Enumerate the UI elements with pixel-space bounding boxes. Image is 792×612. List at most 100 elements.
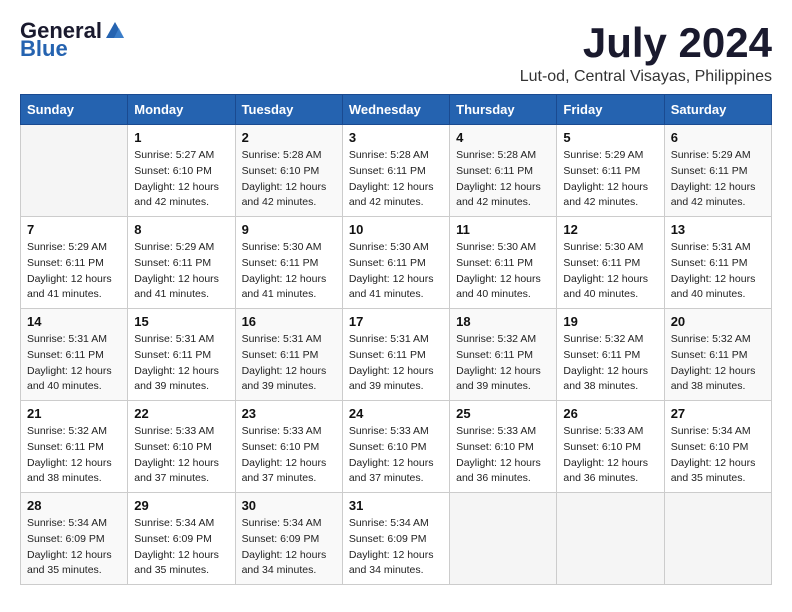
cell-sunset: Sunset: 6:11 PM: [563, 256, 657, 272]
cell-day-number: 24: [349, 406, 443, 421]
cell-sunrise: Sunrise: 5:33 AM: [134, 424, 228, 440]
cell-info: Sunrise: 5:28 AM Sunset: 6:11 PM Dayligh…: [456, 148, 550, 211]
cell-sunset: Sunset: 6:11 PM: [563, 164, 657, 180]
cell-info: Sunrise: 5:33 AM Sunset: 6:10 PM Dayligh…: [456, 424, 550, 487]
header-tuesday: Tuesday: [235, 95, 342, 125]
cell-daylight: Daylight: 12 hours and 38 minutes.: [671, 364, 765, 396]
table-cell: 4 Sunrise: 5:28 AM Sunset: 6:11 PM Dayli…: [450, 125, 557, 217]
cell-sunrise: Sunrise: 5:27 AM: [134, 148, 228, 164]
table-cell: 19 Sunrise: 5:32 AM Sunset: 6:11 PM Dayl…: [557, 309, 664, 401]
cell-sunset: Sunset: 6:10 PM: [242, 440, 336, 456]
table-cell: 25 Sunrise: 5:33 AM Sunset: 6:10 PM Dayl…: [450, 401, 557, 493]
cell-daylight: Daylight: 12 hours and 36 minutes.: [563, 456, 657, 488]
cell-sunrise: Sunrise: 5:29 AM: [27, 240, 121, 256]
cell-sunrise: Sunrise: 5:30 AM: [456, 240, 550, 256]
table-cell: 29 Sunrise: 5:34 AM Sunset: 6:09 PM Dayl…: [128, 493, 235, 585]
week-row-1: 1 Sunrise: 5:27 AM Sunset: 6:10 PM Dayli…: [21, 125, 772, 217]
cell-info: Sunrise: 5:28 AM Sunset: 6:11 PM Dayligh…: [349, 148, 443, 211]
table-cell: 24 Sunrise: 5:33 AM Sunset: 6:10 PM Dayl…: [342, 401, 449, 493]
cell-day-number: 26: [563, 406, 657, 421]
cell-sunrise: Sunrise: 5:34 AM: [134, 516, 228, 532]
cell-sunrise: Sunrise: 5:31 AM: [27, 332, 121, 348]
cell-day-number: 21: [27, 406, 121, 421]
cell-sunset: Sunset: 6:11 PM: [27, 440, 121, 456]
cell-sunrise: Sunrise: 5:34 AM: [242, 516, 336, 532]
table-cell: [557, 493, 664, 585]
table-cell: 7 Sunrise: 5:29 AM Sunset: 6:11 PM Dayli…: [21, 217, 128, 309]
cell-info: Sunrise: 5:33 AM Sunset: 6:10 PM Dayligh…: [563, 424, 657, 487]
cell-sunrise: Sunrise: 5:32 AM: [671, 332, 765, 348]
cell-sunset: Sunset: 6:11 PM: [671, 348, 765, 364]
cell-day-number: 6: [671, 130, 765, 145]
cell-day-number: 17: [349, 314, 443, 329]
cell-info: Sunrise: 5:31 AM Sunset: 6:11 PM Dayligh…: [242, 332, 336, 395]
cell-sunset: Sunset: 6:11 PM: [563, 348, 657, 364]
cell-info: Sunrise: 5:31 AM Sunset: 6:11 PM Dayligh…: [349, 332, 443, 395]
cell-sunrise: Sunrise: 5:29 AM: [671, 148, 765, 164]
cell-info: Sunrise: 5:30 AM Sunset: 6:11 PM Dayligh…: [349, 240, 443, 303]
cell-day-number: 20: [671, 314, 765, 329]
cell-daylight: Daylight: 12 hours and 40 minutes.: [456, 272, 550, 304]
cell-info: Sunrise: 5:34 AM Sunset: 6:09 PM Dayligh…: [242, 516, 336, 579]
cell-sunrise: Sunrise: 5:33 AM: [456, 424, 550, 440]
table-cell: 18 Sunrise: 5:32 AM Sunset: 6:11 PM Dayl…: [450, 309, 557, 401]
table-cell: 11 Sunrise: 5:30 AM Sunset: 6:11 PM Dayl…: [450, 217, 557, 309]
cell-daylight: Daylight: 12 hours and 39 minutes.: [349, 364, 443, 396]
cell-sunset: Sunset: 6:11 PM: [349, 348, 443, 364]
cell-daylight: Daylight: 12 hours and 41 minutes.: [27, 272, 121, 304]
cell-info: Sunrise: 5:31 AM Sunset: 6:11 PM Dayligh…: [134, 332, 228, 395]
cell-sunset: Sunset: 6:11 PM: [27, 348, 121, 364]
cell-sunset: Sunset: 6:11 PM: [242, 256, 336, 272]
cell-sunset: Sunset: 6:11 PM: [671, 164, 765, 180]
cell-sunrise: Sunrise: 5:32 AM: [456, 332, 550, 348]
month-title: July 2024: [520, 20, 772, 66]
cell-daylight: Daylight: 12 hours and 42 minutes.: [456, 180, 550, 212]
cell-day-number: 30: [242, 498, 336, 513]
cell-day-number: 16: [242, 314, 336, 329]
cell-sunrise: Sunrise: 5:31 AM: [134, 332, 228, 348]
cell-sunrise: Sunrise: 5:31 AM: [671, 240, 765, 256]
cell-sunrise: Sunrise: 5:30 AM: [563, 240, 657, 256]
cell-day-number: 10: [349, 222, 443, 237]
cell-daylight: Daylight: 12 hours and 42 minutes.: [563, 180, 657, 212]
cell-sunrise: Sunrise: 5:33 AM: [242, 424, 336, 440]
cell-sunset: Sunset: 6:10 PM: [349, 440, 443, 456]
cell-day-number: 31: [349, 498, 443, 513]
cell-day-number: 13: [671, 222, 765, 237]
cell-sunset: Sunset: 6:11 PM: [456, 348, 550, 364]
cell-sunset: Sunset: 6:09 PM: [27, 532, 121, 548]
logo: General Blue: [20, 20, 128, 60]
cell-daylight: Daylight: 12 hours and 39 minutes.: [242, 364, 336, 396]
cell-day-number: 8: [134, 222, 228, 237]
cell-day-number: 2: [242, 130, 336, 145]
cell-daylight: Daylight: 12 hours and 42 minutes.: [134, 180, 228, 212]
cell-sunset: Sunset: 6:11 PM: [456, 256, 550, 272]
cell-info: Sunrise: 5:32 AM Sunset: 6:11 PM Dayligh…: [563, 332, 657, 395]
table-cell: 14 Sunrise: 5:31 AM Sunset: 6:11 PM Dayl…: [21, 309, 128, 401]
cell-day-number: 4: [456, 130, 550, 145]
cell-info: Sunrise: 5:29 AM Sunset: 6:11 PM Dayligh…: [671, 148, 765, 211]
cell-sunset: Sunset: 6:11 PM: [349, 256, 443, 272]
cell-day-number: 22: [134, 406, 228, 421]
cell-daylight: Daylight: 12 hours and 39 minutes.: [134, 364, 228, 396]
table-cell: 3 Sunrise: 5:28 AM Sunset: 6:11 PM Dayli…: [342, 125, 449, 217]
cell-daylight: Daylight: 12 hours and 41 minutes.: [134, 272, 228, 304]
cell-info: Sunrise: 5:33 AM Sunset: 6:10 PM Dayligh…: [134, 424, 228, 487]
header-friday: Friday: [557, 95, 664, 125]
title-block: July 2024 Lut-od, Central Visayas, Phili…: [520, 20, 772, 86]
cell-sunrise: Sunrise: 5:30 AM: [349, 240, 443, 256]
cell-info: Sunrise: 5:30 AM Sunset: 6:11 PM Dayligh…: [242, 240, 336, 303]
cell-daylight: Daylight: 12 hours and 41 minutes.: [242, 272, 336, 304]
table-cell: 1 Sunrise: 5:27 AM Sunset: 6:10 PM Dayli…: [128, 125, 235, 217]
logo-blue: Blue: [20, 38, 128, 60]
table-cell: 17 Sunrise: 5:31 AM Sunset: 6:11 PM Dayl…: [342, 309, 449, 401]
cell-daylight: Daylight: 12 hours and 35 minutes.: [134, 548, 228, 580]
cell-info: Sunrise: 5:29 AM Sunset: 6:11 PM Dayligh…: [134, 240, 228, 303]
header-saturday: Saturday: [664, 95, 771, 125]
header-thursday: Thursday: [450, 95, 557, 125]
cell-daylight: Daylight: 12 hours and 40 minutes.: [671, 272, 765, 304]
cell-info: Sunrise: 5:32 AM Sunset: 6:11 PM Dayligh…: [456, 332, 550, 395]
cell-daylight: Daylight: 12 hours and 42 minutes.: [242, 180, 336, 212]
cell-daylight: Daylight: 12 hours and 37 minutes.: [349, 456, 443, 488]
table-cell: 16 Sunrise: 5:31 AM Sunset: 6:11 PM Dayl…: [235, 309, 342, 401]
